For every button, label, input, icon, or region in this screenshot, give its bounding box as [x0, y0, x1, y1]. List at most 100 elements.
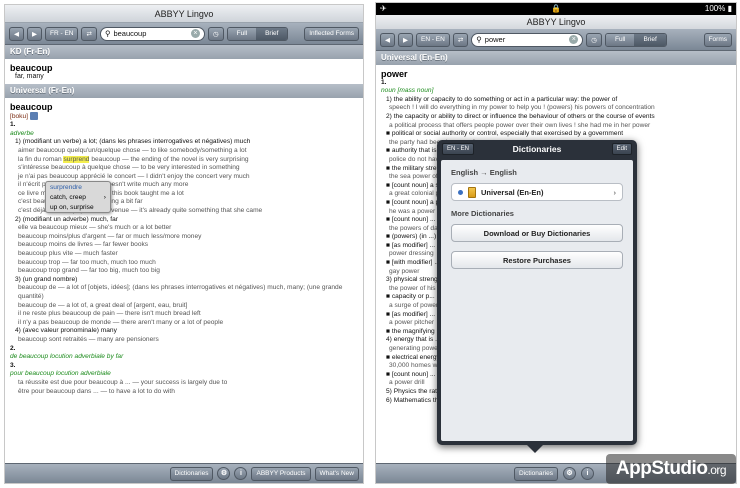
chevron-right-icon: › [613, 187, 617, 197]
entry-line: 1) the ability or capacity to do somethi… [386, 95, 618, 103]
info-icon[interactable]: i [234, 467, 248, 480]
translation: far, many [15, 72, 44, 80]
full-button[interactable]: Full [605, 33, 635, 46]
kd-entry: beaucoup far, many [5, 59, 363, 84]
popup-translation: up on, surprise [50, 204, 94, 211]
entry-line: il ne reste plus beaucoup de pain — ther… [18, 310, 201, 318]
history-icon[interactable]: ◷ [586, 32, 602, 47]
sound-icon[interactable] [29, 111, 38, 120]
entry-line: noun [mass noun] [381, 87, 434, 95]
whats-new-button[interactable]: What's New [314, 466, 359, 481]
swap-icon[interactable]: ⇄ [81, 26, 97, 41]
entry-line: beaucoup de — a lot of, a great deal of … [18, 301, 188, 309]
left-screen: ABBYY Lingvo ◀ ▶ FR - EN ⇄ ⚲ beaucoup × … [4, 4, 364, 484]
search-value: beaucoup [113, 29, 147, 38]
entry-line: la fin du roman surprend beaucoup — the … [18, 155, 249, 163]
pronunciation: [boku] [10, 112, 28, 120]
language-button[interactable]: EN - EN [416, 32, 450, 47]
app-title: ABBYY Lingvo [5, 5, 363, 23]
entry-line: 2. [10, 344, 16, 352]
entry-line: beaucoup moins de livres — far fewer boo… [18, 241, 149, 249]
search-input[interactable]: ⚲ power × [471, 32, 584, 47]
inflected-forms-button[interactable]: Inflected Forms [304, 26, 359, 41]
dictionaries-button[interactable]: Dictionaries [514, 466, 558, 481]
entry-line: s'intéresse beaucoup à quelque chose — t… [18, 164, 240, 172]
lock-icon: 🔒 [551, 4, 561, 13]
entry-line: beaucoup moins/plus d'argent — far or mu… [18, 232, 202, 240]
quick-translation-popup[interactable]: surprendre catch, creep › up on, surprise [45, 181, 111, 213]
view-toggle: Full Brief [604, 32, 667, 47]
head-word: beaucoup [10, 63, 53, 73]
clear-icon[interactable]: × [569, 35, 579, 44]
back-button[interactable]: ◀ [380, 32, 395, 47]
entry-line: aimer beaucoup quelqu'un/quelque chose —… [18, 146, 247, 154]
selected-dot-icon [458, 189, 463, 195]
group-label: English → English [451, 168, 517, 177]
info-icon[interactable]: i [580, 467, 594, 480]
search-icon: ⚲ [476, 35, 482, 44]
brief-button[interactable]: Brief [256, 27, 288, 40]
status-bar: ✈ 🔒 100% ▮ [376, 3, 736, 15]
popup-translation: catch, creep › [50, 193, 106, 203]
forward-button[interactable]: ▶ [27, 26, 42, 41]
language-pair-button[interactable]: EN - EN [442, 143, 475, 155]
app-title: ABBYY Lingvo [376, 15, 736, 29]
entry-line: 3. [10, 361, 16, 369]
search-value: power [484, 35, 506, 44]
entry-line: beaucoup de — a lot of [objets, idées]; … [18, 284, 343, 300]
entry-line: ■ political or social authority or contr… [386, 130, 624, 138]
dictionaries-button[interactable]: Dictionaries [169, 466, 214, 481]
entry-line: pour beaucoup locution adverbiale [10, 370, 111, 378]
brief-button[interactable]: Brief [634, 33, 666, 46]
popover-body: English → English Universal (En-En) › Mo… [441, 160, 633, 441]
entry-line: beaucoup trop — far too much, much too m… [18, 258, 156, 266]
section-header-kd: KD (Fr-En) [5, 45, 363, 59]
edit-button[interactable]: Edit [611, 143, 632, 155]
settings-icon[interactable]: ⚙ [217, 467, 231, 480]
entry-line: 1. [10, 121, 16, 129]
search-icon: ⚲ [104, 29, 111, 38]
popover-header: Dictionaries EN - EN Edit [437, 140, 637, 158]
search-input[interactable]: ⚲ beaucoup × [99, 26, 205, 41]
settings-icon[interactable]: ⚙ [562, 467, 576, 480]
swap-icon[interactable]: ⇄ [452, 32, 469, 47]
entry-line: 4) (avec valeur pronominale) many [15, 327, 117, 335]
chevron-right-icon[interactable]: › [104, 193, 106, 203]
language-button[interactable]: FR - EN [45, 26, 79, 41]
restore-purchases-button[interactable]: Restore Purchases [451, 251, 623, 269]
popover-arrow [527, 445, 543, 453]
forms-button[interactable]: Forms [703, 32, 732, 47]
popup-headword: surprendre [50, 184, 82, 191]
entry-line: beaucoup sont retraités — many are pensi… [18, 335, 159, 343]
entry-line: beaucoup trop grand — far too big, much … [18, 267, 160, 275]
abbyy-products-button[interactable]: ABBYY Products [251, 466, 311, 481]
entry-line: 3) (un grand nombre) [15, 275, 78, 283]
entry-line: 1. [381, 78, 387, 86]
entry-line: ta réussite est due pour beaucoup à ... … [18, 378, 228, 386]
entry-line: a political process that offers people p… [389, 121, 651, 129]
entry-line: de beaucoup locution adverbiale by far [10, 353, 124, 361]
full-button[interactable]: Full [227, 27, 257, 40]
entry-line: 2) the capacity or ability to direct or … [386, 112, 655, 120]
history-icon[interactable]: ◷ [207, 26, 224, 41]
universal-entry: beaucoup [boku] 1. adverbe 1) (modifiant… [5, 98, 363, 399]
toolbar: ◀ ▶ EN - EN ⇄ ⚲ power × ◷ Full Brief For… [376, 29, 736, 51]
download-dictionaries-button[interactable]: Download or Buy Dictionaries [451, 224, 623, 242]
dictionary-name: Universal (En-En) [481, 187, 544, 197]
battery-status: 100% ▮ [704, 4, 732, 13]
section-header-universal: Universal (En-En) [376, 51, 736, 65]
dictionaries-popover: Dictionaries EN - EN Edit English → Engl… [437, 140, 637, 453]
forward-button[interactable]: ▶ [398, 32, 413, 47]
section-header-universal: Universal (Fr-En) [5, 84, 363, 99]
entry-line: beaucoup plus vite — much faster [18, 250, 118, 258]
back-button[interactable]: ◀ [9, 26, 24, 41]
more-dictionaries-label: More Dictionaries [451, 209, 514, 218]
book-icon [468, 186, 476, 198]
clear-icon[interactable]: × [190, 29, 200, 38]
entry-line: elle va beaucoup mieux — she's much or a… [18, 224, 172, 232]
bottom-toolbar: Dictionaries ⚙ i ABBYY Products What's N… [5, 463, 363, 483]
entry-line: speech ! I will do everything in my powe… [389, 104, 655, 112]
entry-line: 2) (modifiant un adverbe) much, far [15, 215, 118, 223]
dictionary-item-universal[interactable]: Universal (En-En) › [451, 183, 623, 201]
highlighted-word[interactable]: surprend [63, 155, 90, 163]
